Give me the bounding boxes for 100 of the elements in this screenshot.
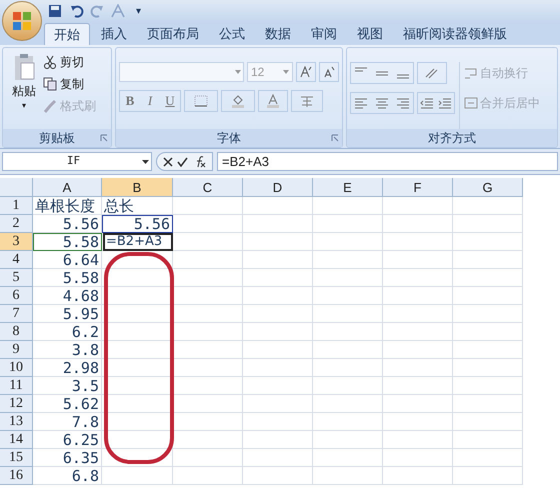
angled-text-icon [424,67,440,79]
ribbon-tab[interactable]: 开始 [44,23,90,45]
column-header[interactable]: A [33,178,102,197]
font-style-button[interactable]: U [160,91,180,111]
vertical-align-button[interactable] [350,62,414,84]
empty-cell [313,215,383,233]
row-header[interactable]: 16 [0,467,33,485]
cut-button[interactable]: 剪切 [43,52,96,72]
row-header[interactable]: 11 [0,377,33,395]
cell-value: 6.64 [62,251,99,269]
office-button[interactable] [2,1,42,41]
column-header[interactable]: F [383,178,453,197]
empty-cell [383,269,453,287]
fill-color-button[interactable] [221,90,255,112]
column-header[interactable]: E [313,178,383,197]
empty-cell [383,323,453,341]
group-label: 字体 [217,130,241,147]
column-header[interactable]: D [243,178,313,197]
cell-value: 6.2 [72,323,99,341]
cell-text: 单根长度 [35,197,95,215]
undo-button[interactable] [70,4,84,18]
paint-bucket-icon [231,94,245,108]
row-header[interactable]: 8 [0,323,33,341]
phonetic-button[interactable] [291,90,323,112]
borders-button[interactable] [184,90,218,112]
cell-value: 2.98 [62,359,99,377]
align-top-icon [354,67,368,72]
ribbon-tab[interactable]: 视图 [348,23,392,45]
empty-cell [173,359,243,377]
horizontal-align-button[interactable] [350,92,414,114]
grow-font-button[interactable] [296,62,316,82]
copy-button[interactable]: 复制 [43,74,96,94]
row-header[interactable]: 13 [0,413,33,431]
row-header[interactable]: 1 [0,197,33,215]
redo-arrow-icon [90,4,104,18]
cell-value: 6.8 [72,467,99,485]
row-header[interactable]: 14 [0,431,33,449]
cell-formula-input[interactable]: =B2+A3 [103,233,173,251]
column-header[interactable]: C [173,178,243,197]
empty-cell [313,269,383,287]
copy-pages-icon [43,77,57,91]
orientation-button[interactable] [417,62,447,84]
column-header[interactable]: G [453,178,523,197]
empty-cell [383,233,453,251]
ribbon-tab[interactable]: 数据 [256,23,300,45]
font-style-button[interactable]: I [140,91,160,111]
row-header[interactable]: 4 [0,251,33,269]
ribbon-tab[interactable]: 公式 [210,23,254,45]
column-header[interactable]: B [102,178,173,197]
select-all-corner[interactable] [0,178,33,197]
ribbon-tab[interactable]: 福昕阅读器领鲜版 [394,23,516,45]
empty-cell [243,269,313,287]
row-header[interactable]: 12 [0,395,33,413]
empty-cell [313,323,383,341]
empty-cell [243,323,313,341]
empty-cell [313,431,383,449]
dialog-launcher-icon [100,134,108,142]
empty-cell [453,197,523,215]
ribbon-tab[interactable]: 插入 [92,23,136,45]
font-color-button[interactable] [258,90,288,112]
undo-arrow-icon [70,4,84,18]
font-style-button[interactable]: B [120,91,140,111]
align-right-icon [396,97,410,109]
dropdown-arrow-icon [283,70,289,74]
cell-value: 5.58 [62,233,99,251]
ribbon-tab[interactable]: 页面布局 [138,23,208,45]
border-grid-icon [194,95,208,107]
paste-button[interactable]: 粘贴 ▾ [5,52,43,129]
save-button[interactable] [48,3,64,19]
empty-cell [453,251,523,269]
row-header[interactable]: 6 [0,287,33,305]
row-header[interactable]: 9 [0,341,33,359]
empty-cell [313,449,383,467]
merge-cells-icon [464,96,478,110]
formula-input[interactable]: =B2+A3 [217,152,558,171]
cell-value: 3.8 [72,341,99,359]
row-header[interactable]: 3 [0,233,33,251]
checkmark-icon [177,156,188,166]
empty-cell [383,341,453,359]
empty-cell [243,305,313,323]
shrink-font-button[interactable] [319,62,339,82]
row-header[interactable]: 10 [0,359,33,377]
empty-cell [313,377,383,395]
small-a-icon [323,66,335,78]
row-header[interactable]: 2 [0,215,33,233]
empty-cell [453,341,523,359]
toolbar-menu-button[interactable]: ▾ [136,4,141,18]
row-header[interactable]: 5 [0,269,33,287]
empty-cell [173,341,243,359]
indent-button[interactable] [417,92,455,114]
row-header[interactable]: 7 [0,305,33,323]
empty-cell [173,431,243,449]
empty-cell [383,413,453,431]
ribbon-tab[interactable]: 审阅 [302,23,346,45]
empty-cell [313,233,383,251]
empty-cell [313,251,383,269]
empty-cell [313,359,383,377]
cancel-x-icon [163,156,173,166]
name-box[interactable]: IF [2,152,152,171]
row-header[interactable]: 15 [0,449,33,467]
